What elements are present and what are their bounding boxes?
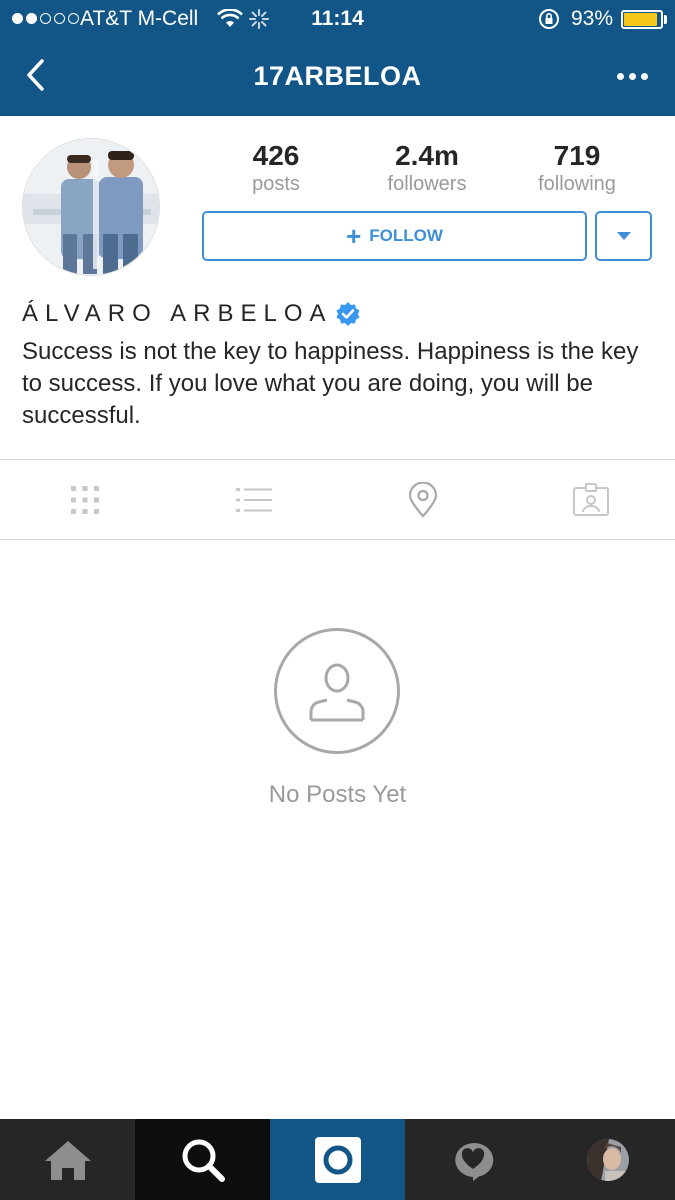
tab-camera[interactable] [270, 1119, 405, 1200]
navigation-bar: 17ARBELOA [0, 38, 675, 116]
bottom-tab-bar [0, 1119, 675, 1200]
tab-home[interactable] [0, 1119, 135, 1200]
camera-icon [314, 1136, 361, 1183]
tagged-photos-icon [573, 483, 609, 516]
suggested-accounts-dropdown-button[interactable] [595, 211, 652, 261]
verified-badge-icon [336, 302, 360, 326]
top-bar: AT&T M-Cell 11:14 93% 17ARBELOA [0, 0, 675, 116]
stat-value: 426 [252, 140, 300, 171]
battery-icon [621, 10, 663, 29]
home-icon [44, 1140, 91, 1180]
person-outline-icon [309, 663, 365, 722]
tab-profile[interactable] [540, 1119, 675, 1200]
divider [0, 459, 675, 460]
rotation-lock-icon [539, 9, 559, 29]
activity-heart-icon [454, 1142, 493, 1181]
battery-percentage: 93% [571, 7, 614, 30]
profile-full-name: ÁLVARO ARBELOA [22, 300, 361, 328]
divider [0, 539, 675, 540]
triangle-down-icon [616, 232, 631, 240]
profile-view-tabs [0, 461, 675, 539]
following-count[interactable]: 719 following [502, 140, 652, 196]
location-pin-icon [408, 482, 438, 518]
no-posts-message: No Posts Yet [268, 781, 407, 808]
tab-tagged-photos[interactable] [569, 479, 613, 521]
profile-avatar[interactable] [22, 138, 160, 276]
tab-activity[interactable] [405, 1119, 540, 1200]
tab-list-view[interactable] [232, 479, 276, 521]
battery-tip [664, 15, 667, 24]
tab-map-view[interactable] [401, 479, 445, 521]
more-options-icon[interactable] [608, 62, 656, 90]
profile-bio: Success is not the key to happiness. Hap… [22, 338, 639, 429]
stat-label: followers [387, 173, 467, 195]
profile-username-title: 17ARBELOA [253, 61, 422, 91]
full-name-text: ÁLVARO ARBELOA [22, 300, 333, 327]
battery-level-fill [624, 13, 657, 26]
stat-label: posts [252, 173, 300, 195]
list-icon [236, 488, 272, 512]
user-photo [586, 1138, 629, 1181]
grid-icon [71, 486, 99, 514]
plus-icon: + [346, 221, 362, 251]
follow-button[interactable]: + FOLLOW [202, 211, 587, 261]
stat-label: following [538, 173, 616, 195]
stat-value: 719 [553, 140, 601, 171]
profile-avatar [586, 1138, 629, 1181]
tab-search[interactable] [135, 1119, 270, 1200]
stat-value: 2.4m [395, 140, 459, 171]
no-posts-person-icon [274, 628, 400, 754]
status-bar: AT&T M-Cell 11:14 93% [0, 0, 675, 38]
avatar-photo [23, 139, 159, 275]
search-icon [182, 1139, 225, 1182]
tab-grid-view[interactable] [63, 479, 107, 521]
follow-label: FOLLOW [369, 226, 443, 245]
posts-count: 426 posts [201, 140, 351, 196]
followers-count[interactable]: 2.4m followers [352, 140, 502, 196]
